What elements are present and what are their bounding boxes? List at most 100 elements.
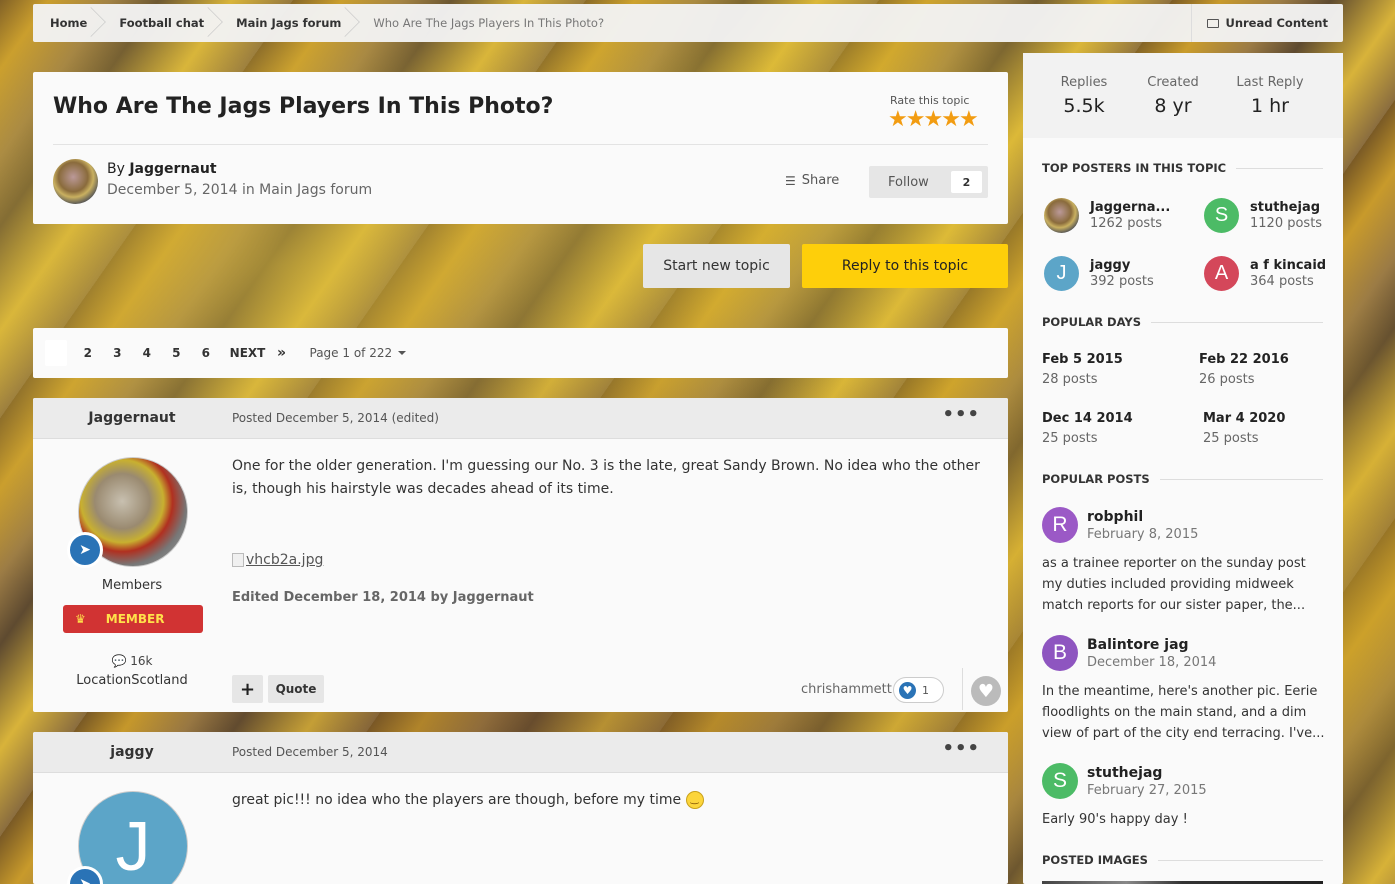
post-author[interactable]: jaggy (33, 744, 231, 760)
popular-post-excerpt[interactable]: In the meantime, here's another pic. Eer… (1042, 681, 1327, 744)
poster-count: 1262 posts (1090, 216, 1163, 231)
stat-value: 1 hr (1251, 95, 1289, 117)
page-of-label: Page 1 of 222 (309, 346, 393, 360)
page-current (45, 340, 67, 366)
broken-image-icon (232, 553, 244, 567)
popular-post-author[interactable]: stuthejag (1087, 765, 1162, 781)
popular-post-date: February 27, 2015 (1087, 783, 1207, 798)
stat-last-reply: Last Reply 1 hr (1230, 75, 1310, 117)
popular-day-posts: 25 posts (1203, 431, 1259, 446)
breadcrumb-home[interactable]: Home (33, 4, 102, 42)
post-count: 💬 16k (33, 654, 231, 668)
page-jump-dropdown[interactable]: Page 1 of 222 (310, 346, 407, 360)
reaction-count: 1 (922, 683, 929, 697)
post-count-value: 16k (130, 654, 153, 668)
poster-count: 364 posts (1250, 274, 1314, 289)
star-icon[interactable]: ★ (888, 107, 908, 132)
more-options-icon[interactable]: ••• (942, 404, 980, 425)
post: jaggy Posted December 5, 2014 ••• J ➤ gr… (33, 732, 1008, 884)
popular-post-excerpt[interactable]: Early 90's happy day ! (1042, 809, 1327, 830)
next-page-link[interactable]: NEXT (228, 346, 268, 360)
multiquote-button[interactable]: + (232, 675, 263, 703)
star-icon[interactable]: ★ (959, 107, 979, 132)
poster-name: Jaggerna... (1090, 200, 1171, 215)
follow-count: 2 (951, 171, 982, 193)
star-icon[interactable]: ★ (941, 107, 961, 132)
poster-count: 392 posts (1090, 274, 1154, 289)
popular-days-title: POPULAR DAYS (1042, 315, 1323, 329)
follow-button[interactable]: Follow 2 (869, 166, 988, 198)
stat-value: 5.5k (1063, 95, 1105, 117)
post-image-link[interactable]: vhcb2a.jpg (232, 552, 323, 568)
poster-name: stuthejag (1250, 200, 1321, 215)
popular-post-avatar[interactable]: R (1042, 507, 1078, 543)
rate-label: Rate this topic (890, 94, 970, 107)
breadcrumb-main-jags-forum[interactable]: Main Jags forum (219, 4, 356, 42)
section-title-text: POPULAR POSTS (1042, 472, 1150, 486)
quote-button[interactable]: Quote (268, 675, 324, 703)
topic-date: December 5, 2014 (107, 182, 238, 198)
popular-day-date[interactable]: Feb 5 2015 (1042, 352, 1123, 367)
popular-day-posts: 25 posts (1042, 431, 1098, 446)
poster-avatar: A (1204, 256, 1239, 291)
poster-name: jaggy (1090, 258, 1131, 273)
popular-day-date[interactable]: Feb 22 2016 (1199, 352, 1289, 367)
post-image-alt: vhcb2a.jpg (246, 552, 324, 568)
caret-down-icon (398, 351, 407, 355)
grin-emoji-icon: ‿ (685, 791, 704, 809)
start-new-topic-button[interactable]: Start new topic (643, 244, 790, 288)
popular-posts-title: POPULAR POSTS (1042, 472, 1323, 486)
star-icon[interactable]: ★ (923, 107, 943, 132)
popular-day-date[interactable]: Dec 14 2014 (1042, 411, 1133, 426)
last-page-link[interactable]: » (268, 345, 296, 361)
react-heart-icon[interactable]: ♥ (971, 676, 1001, 706)
top-poster[interactable]: Jaggerna... 1262 posts (1044, 198, 1170, 233)
post-body-text: great pic!!! no idea who the players are… (232, 792, 682, 808)
liked-by-user[interactable]: chrishammett (801, 682, 892, 697)
topic-header: Who Are The Jags Players In This Photo? … (33, 72, 1008, 224)
unread-content-link[interactable]: Unread Content (1191, 4, 1343, 42)
topic-title: Who Are The Jags Players In This Photo? (53, 94, 554, 119)
member-group: Members (101, 578, 163, 593)
author-avatar[interactable] (53, 159, 98, 204)
more-options-icon[interactable]: ••• (942, 738, 980, 759)
star-icon[interactable]: ★ (906, 107, 926, 132)
author-link[interactable]: Jaggernaut (129, 161, 216, 177)
page-link[interactable]: 4 (132, 346, 162, 360)
popular-post-author[interactable]: robphil (1087, 509, 1143, 525)
poster-avatar: J (1044, 256, 1079, 291)
breadcrumb-football-chat[interactable]: Football chat (102, 4, 219, 42)
top-posters-title: TOP POSTERS IN THIS TOPIC (1042, 161, 1323, 175)
poster-avatar (1044, 198, 1079, 233)
popular-post-excerpt[interactable]: as a trainee reporter on the sunday post… (1042, 553, 1327, 616)
poster-avatar: S (1204, 198, 1239, 233)
section-title-text: TOP POSTERS IN THIS TOPIC (1042, 161, 1227, 175)
rating-stars[interactable]: ★★★★★ (888, 107, 979, 132)
poster-name: a f kincaid (1250, 258, 1327, 273)
stat-replies: Replies 5.5k (1053, 75, 1115, 117)
reply-to-topic-button[interactable]: Reply to this topic (802, 244, 1008, 288)
section-title-text: POSTED IMAGES (1042, 853, 1148, 867)
post-author[interactable]: Jaggernaut (33, 410, 231, 426)
top-poster[interactable]: S stuthejag 1120 posts (1204, 198, 1322, 233)
page-link[interactable]: 5 (162, 346, 192, 360)
reactions-pill[interactable]: ♥ 1 (893, 677, 944, 703)
popular-day-posts: 26 posts (1199, 372, 1255, 387)
forum-link[interactable]: Main Jags forum (259, 182, 372, 198)
popular-post-date: December 18, 2014 (1087, 655, 1217, 670)
top-poster[interactable]: A a f kincaid 364 posts (1204, 256, 1326, 291)
page-link[interactable]: 3 (103, 346, 133, 360)
page-link[interactable]: 2 (73, 346, 103, 360)
share-button[interactable]: ☰ Share (785, 173, 839, 188)
rank-rocket-icon: ➤ (67, 532, 103, 568)
poster-count: 1120 posts (1250, 216, 1323, 231)
top-poster[interactable]: J jaggy 392 posts (1044, 256, 1154, 291)
post-body: One for the older generation. I'm guessi… (232, 458, 980, 497)
breadcrumb: Home Football chat Main Jags forum Who A… (33, 4, 1343, 42)
popular-post-author[interactable]: Balintore jag (1087, 637, 1189, 653)
popular-day-date[interactable]: Mar 4 2020 (1203, 411, 1285, 426)
popular-post-avatar[interactable]: B (1042, 635, 1078, 671)
page-link[interactable]: 6 (191, 346, 221, 360)
like-icon: ♥ (899, 681, 916, 699)
popular-post-avatar[interactable]: S (1042, 763, 1078, 799)
